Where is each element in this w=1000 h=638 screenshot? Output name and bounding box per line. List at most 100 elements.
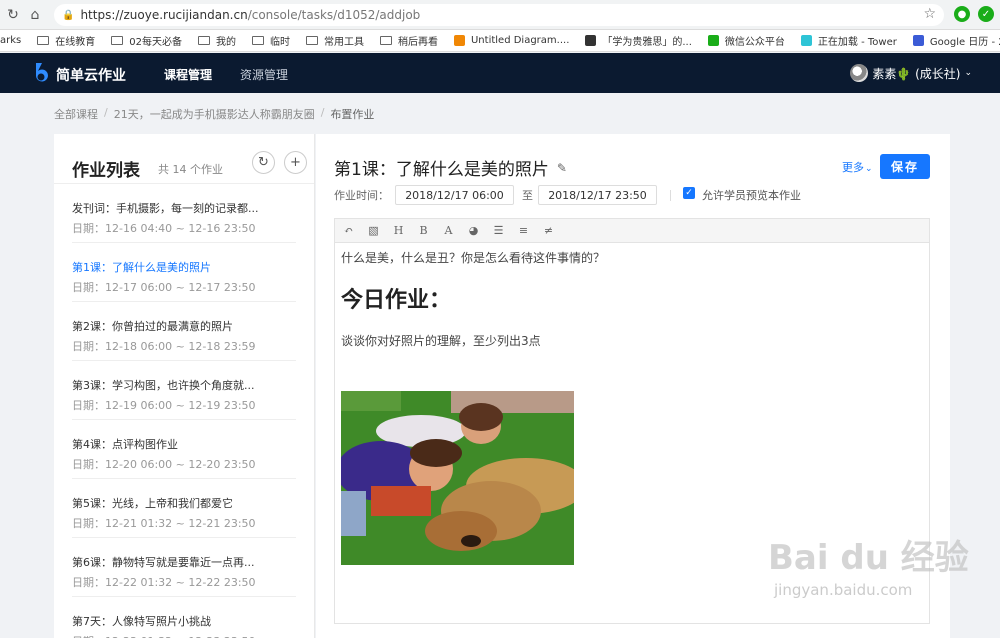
reload-icon[interactable]: ↻ — [4, 6, 22, 24]
list-icon[interactable]: ☰ — [491, 223, 506, 238]
pencil-icon[interactable]: ✎ — [557, 161, 567, 175]
assignment-date: 日期：12-19 06:00 ~ 12-19 23:50 — [72, 399, 256, 412]
address-bar[interactable]: 🔒 https://zuoye.rucijiandan.cn/console/t… — [54, 4, 944, 26]
preview-checkbox[interactable]: ✓ — [683, 187, 695, 199]
list-item[interactable]: 第1课：了解什么是美的照片 日期：12-17 06:00 ~ 12-17 23:5… — [72, 243, 296, 302]
watermark-logo: Bai du 经验 — [768, 538, 969, 578]
top-nav: 课程管理 资源管理 — [164, 66, 288, 83]
bookmark-item[interactable]: Google 日历 - 201... — [912, 33, 1000, 48]
save-button[interactable]: 保存 — [880, 154, 930, 179]
more-label: 更多 — [842, 161, 864, 174]
list-item[interactable]: 发刊词：手机摄影，每一刻的记录都... 日期：12-16 04:40 ~ 12-1… — [72, 184, 296, 243]
bold-icon[interactable]: B — [416, 223, 431, 238]
folder-icon — [37, 36, 50, 45]
bookmark-item[interactable]: 02每天必备 — [111, 33, 182, 48]
start-time-input[interactable]: 2018/12/17 06:00 — [395, 185, 514, 205]
font-color-icon[interactable]: A — [441, 223, 456, 238]
site-favicon-icon — [912, 35, 924, 46]
site-favicon-icon — [453, 35, 465, 46]
breadcrumb-separator: / — [320, 106, 325, 119]
align-icon[interactable]: ≡ — [516, 223, 531, 238]
end-time-input[interactable]: 2018/12/17 23:50 — [538, 185, 657, 205]
bookmark-label: 「学为贵雅思」的... — [602, 37, 692, 48]
bookmark-item[interactable]: 在线教育 — [37, 33, 95, 48]
assignment-date: 日期：12-22 01:32 ~ 12-22 23:50 — [72, 576, 256, 589]
assignment-sidebar: 作业列表 共 14 个作业 ↻ + 发刊词：手机摄影，每一刻的记录都... 日期：… — [54, 134, 315, 638]
logo-icon[interactable] — [32, 61, 50, 85]
palette-icon[interactable]: ◕ — [466, 223, 481, 238]
list-item[interactable]: 第5课：光线，上帝和我们都爱它 日期：12-21 01:32 ~ 12-21 23… — [72, 479, 296, 538]
list-item[interactable]: 第7天：人像特写照片小挑战日期：12-23 01:32 ~ 12-23 23:5… — [72, 597, 296, 638]
bookmark-label: Untitled Diagram.... — [470, 35, 570, 46]
wechat-extension-icon[interactable]: ● — [954, 6, 970, 22]
folder-icon — [251, 36, 264, 45]
checker-extension-icon[interactable]: ✓ — [978, 6, 994, 22]
nav-course-management[interactable]: 课程管理 — [164, 66, 212, 83]
lesson-title-text: 第1课：了解什么是美的照片 — [334, 160, 549, 180]
site-favicon-icon — [800, 35, 812, 46]
user-menu[interactable]: 素素🌵 (成长社) ⌄ — [850, 64, 972, 82]
bookmark-item[interactable]: 常用工具 — [305, 33, 364, 48]
extension-icons: ● ✓ — [954, 6, 994, 22]
site-favicon-icon — [707, 35, 719, 46]
editor-toolbar: ↶ ▧ H B A ◕ ☰ ≡ ≠ — [335, 219, 929, 243]
heading-icon[interactable]: H — [391, 223, 406, 238]
assignment-list: 发刊词：手机摄影，每一刻的记录都... 日期：12-16 04:40 ~ 12-1… — [54, 184, 314, 638]
bookmark-item[interactable]: 临时 — [251, 33, 290, 48]
content-paragraph: 什么是美，什么是丑？你是怎么看待这件事情的？ — [341, 251, 606, 265]
bookmark-label: 微信公众平台 — [724, 37, 785, 48]
bookmark-label: 临时 — [269, 37, 290, 48]
nav-resource-management[interactable]: 资源管理 — [240, 66, 288, 83]
undo-icon[interactable]: ↶ — [341, 223, 356, 238]
clear-format-icon[interactable]: ≠ — [541, 223, 556, 238]
content-paragraph: 谈谈你对好照片的理解，至少列出3点 — [341, 334, 541, 348]
time-label: 作业时间： — [334, 189, 389, 202]
check-icon: ✓ — [685, 188, 693, 198]
assignment-title: 发刊词：手机摄影，每一刻的记录都... — [72, 202, 259, 215]
breadcrumb-course[interactable]: 21天，一起成为手机摄影达人称霸朋友圈 — [114, 106, 315, 122]
content-photo[interactable] — [341, 391, 574, 565]
app-header: 简单云作业 课程管理 资源管理 素素🌵 (成长社) ⌄ — [0, 53, 1000, 93]
plus-icon: + — [290, 155, 301, 170]
breadcrumb-all-courses[interactable]: 全部课程 — [54, 106, 98, 122]
list-item[interactable]: 第4课：点评构图作业 日期：12-20 06:00 ~ 12-20 23:50 — [72, 420, 296, 479]
bookmark-star-icon[interactable]: ☆ — [923, 6, 936, 22]
bookmark-item[interactable]: arks — [0, 35, 21, 46]
editor-content[interactable]: 什么是美，什么是丑？你是怎么看待这件事情的？ 今日作业： 谈谈你对好照片的理解，… — [335, 243, 929, 571]
bookmark-label: 在线教育 — [55, 37, 96, 48]
bookmark-item[interactable]: 我的 — [197, 33, 236, 48]
more-dropdown[interactable]: 更多⌄ — [842, 159, 873, 175]
preview-label[interactable]: 允许学员预览本作业 — [702, 187, 801, 203]
bookmark-item[interactable]: 「学为贵雅思」的... — [585, 33, 692, 48]
add-assignment-button[interactable]: + — [284, 151, 307, 174]
bookmark-item[interactable]: 正在加载 - Tower — [800, 33, 897, 48]
url-host: https://zuoye.rucijiandan.cn — [80, 8, 248, 22]
image-icon[interactable]: ▧ — [366, 223, 381, 238]
bookmark-item[interactable]: 微信公众平台 — [707, 33, 785, 48]
assignment-date: 日期：12-20 06:00 ~ 12-20 23:50 — [72, 458, 256, 471]
site-favicon-icon — [585, 35, 597, 46]
list-item[interactable]: 第2课：你曾拍过的最满意的照片 日期：12-18 06:00 ~ 12-18 23… — [72, 302, 296, 361]
breadcrumb: 全部课程 / 21天，一起成为手机摄影达人称霸朋友圈 / 布置作业 — [54, 106, 374, 122]
browser-toolbar: ↻ ⌂ 🔒 https://zuoye.rucijiandan.cn/conso… — [0, 0, 1000, 30]
sidebar-title: 作业列表 — [72, 161, 140, 181]
bookmark-item[interactable]: Untitled Diagram.... — [453, 35, 570, 46]
assignment-title: 第7天：人像特写照片小挑战 — [72, 615, 211, 628]
bookmark-label: 02每天必备 — [129, 37, 182, 48]
user-name: 素素🌵 (成长社) — [872, 66, 961, 81]
bookmark-item[interactable]: 稍后再看 — [379, 33, 438, 48]
brand-name[interactable]: 简单云作业 — [56, 65, 126, 85]
assignment-count: 共 14 个作业 — [158, 163, 223, 176]
bookmark-label: Google 日历 - 201... — [929, 37, 1000, 48]
list-item[interactable]: 第3课：学习构图，也许换个角度就... 日期：12-19 06:00 ~ 12-1… — [72, 361, 296, 420]
home-icon[interactable]: ⌂ — [26, 6, 44, 24]
watermark: Bai du 经验 jingyan.baidu.com — [768, 530, 969, 599]
assignment-date: 日期：12-17 06:00 ~ 12-17 23:50 — [72, 281, 256, 294]
folder-icon — [305, 36, 318, 45]
bookmarks-bar: arks 在线教育 02每天必备 我的 临时 常用工具 稍后再看 Untitled Diagr… — [0, 30, 1000, 52]
list-item[interactable]: 第6课：静物特写就是要靠近一点再... 日期：12-22 01:32 ~ 12-2… — [72, 538, 296, 597]
refresh-button[interactable]: ↻ — [252, 151, 275, 174]
watermark-url: jingyan.baidu.com — [774, 581, 913, 599]
bookmark-label: 稍后再看 — [397, 37, 438, 48]
lesson-title: 第1课：了解什么是美的照片 ✎ — [334, 155, 567, 180]
